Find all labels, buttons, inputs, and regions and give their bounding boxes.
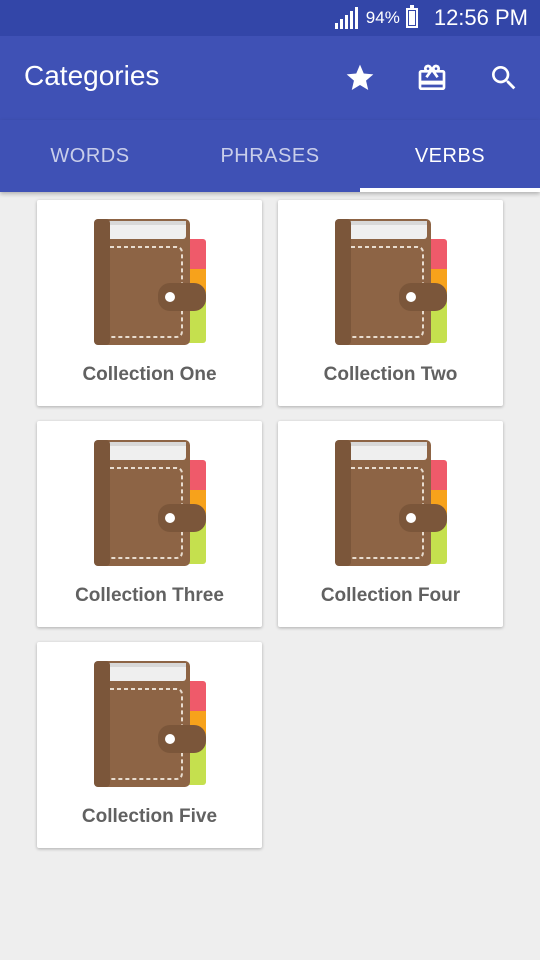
battery-percent: 94%: [365, 8, 400, 27]
collection-card-one[interactable]: Collection One: [37, 200, 262, 406]
collection-label: Collection Three: [75, 585, 224, 606]
page-title: Categories: [24, 60, 160, 91]
collection-label: Collection Two: [323, 364, 458, 385]
star-icon: [346, 64, 374, 90]
book-icon: [335, 440, 447, 566]
collection-card-four[interactable]: Collection Four: [278, 421, 503, 627]
favorites-button[interactable]: [342, 60, 378, 96]
collection-label: Collection One: [82, 364, 217, 385]
book-icon: [335, 219, 447, 345]
category-tabs: WORDS PHRASES VERBS: [0, 120, 540, 192]
collection-card-three[interactable]: Collection Three: [37, 421, 262, 627]
gift-card-button[interactable]: [414, 60, 450, 96]
status-time: 12:56 PM: [433, 5, 528, 30]
gift-card-icon: [418, 64, 446, 90]
book-icon: [94, 219, 206, 345]
search-button[interactable]: [486, 60, 522, 96]
book-icon: [94, 440, 206, 566]
collection-label: Collection Five: [81, 806, 218, 827]
search-icon: [492, 66, 516, 90]
collection-card-two[interactable]: Collection Two: [278, 200, 503, 406]
collection-label: Collection Four: [320, 585, 461, 606]
signal-icon: [334, 7, 358, 29]
tab-phrases[interactable]: PHRASES: [180, 120, 360, 192]
collection-grid: Collection One Collection Two Collection…: [37, 200, 503, 848]
book-icon: [94, 661, 206, 787]
battery-icon: [405, 5, 418, 28]
collection-card-five[interactable]: Collection Five: [37, 642, 262, 848]
tab-words[interactable]: WORDS: [0, 120, 180, 192]
app-bar: Categories: [0, 36, 540, 120]
tab-verbs[interactable]: VERBS: [360, 120, 540, 192]
status-bar: 94% 12:56 PM: [0, 0, 540, 36]
